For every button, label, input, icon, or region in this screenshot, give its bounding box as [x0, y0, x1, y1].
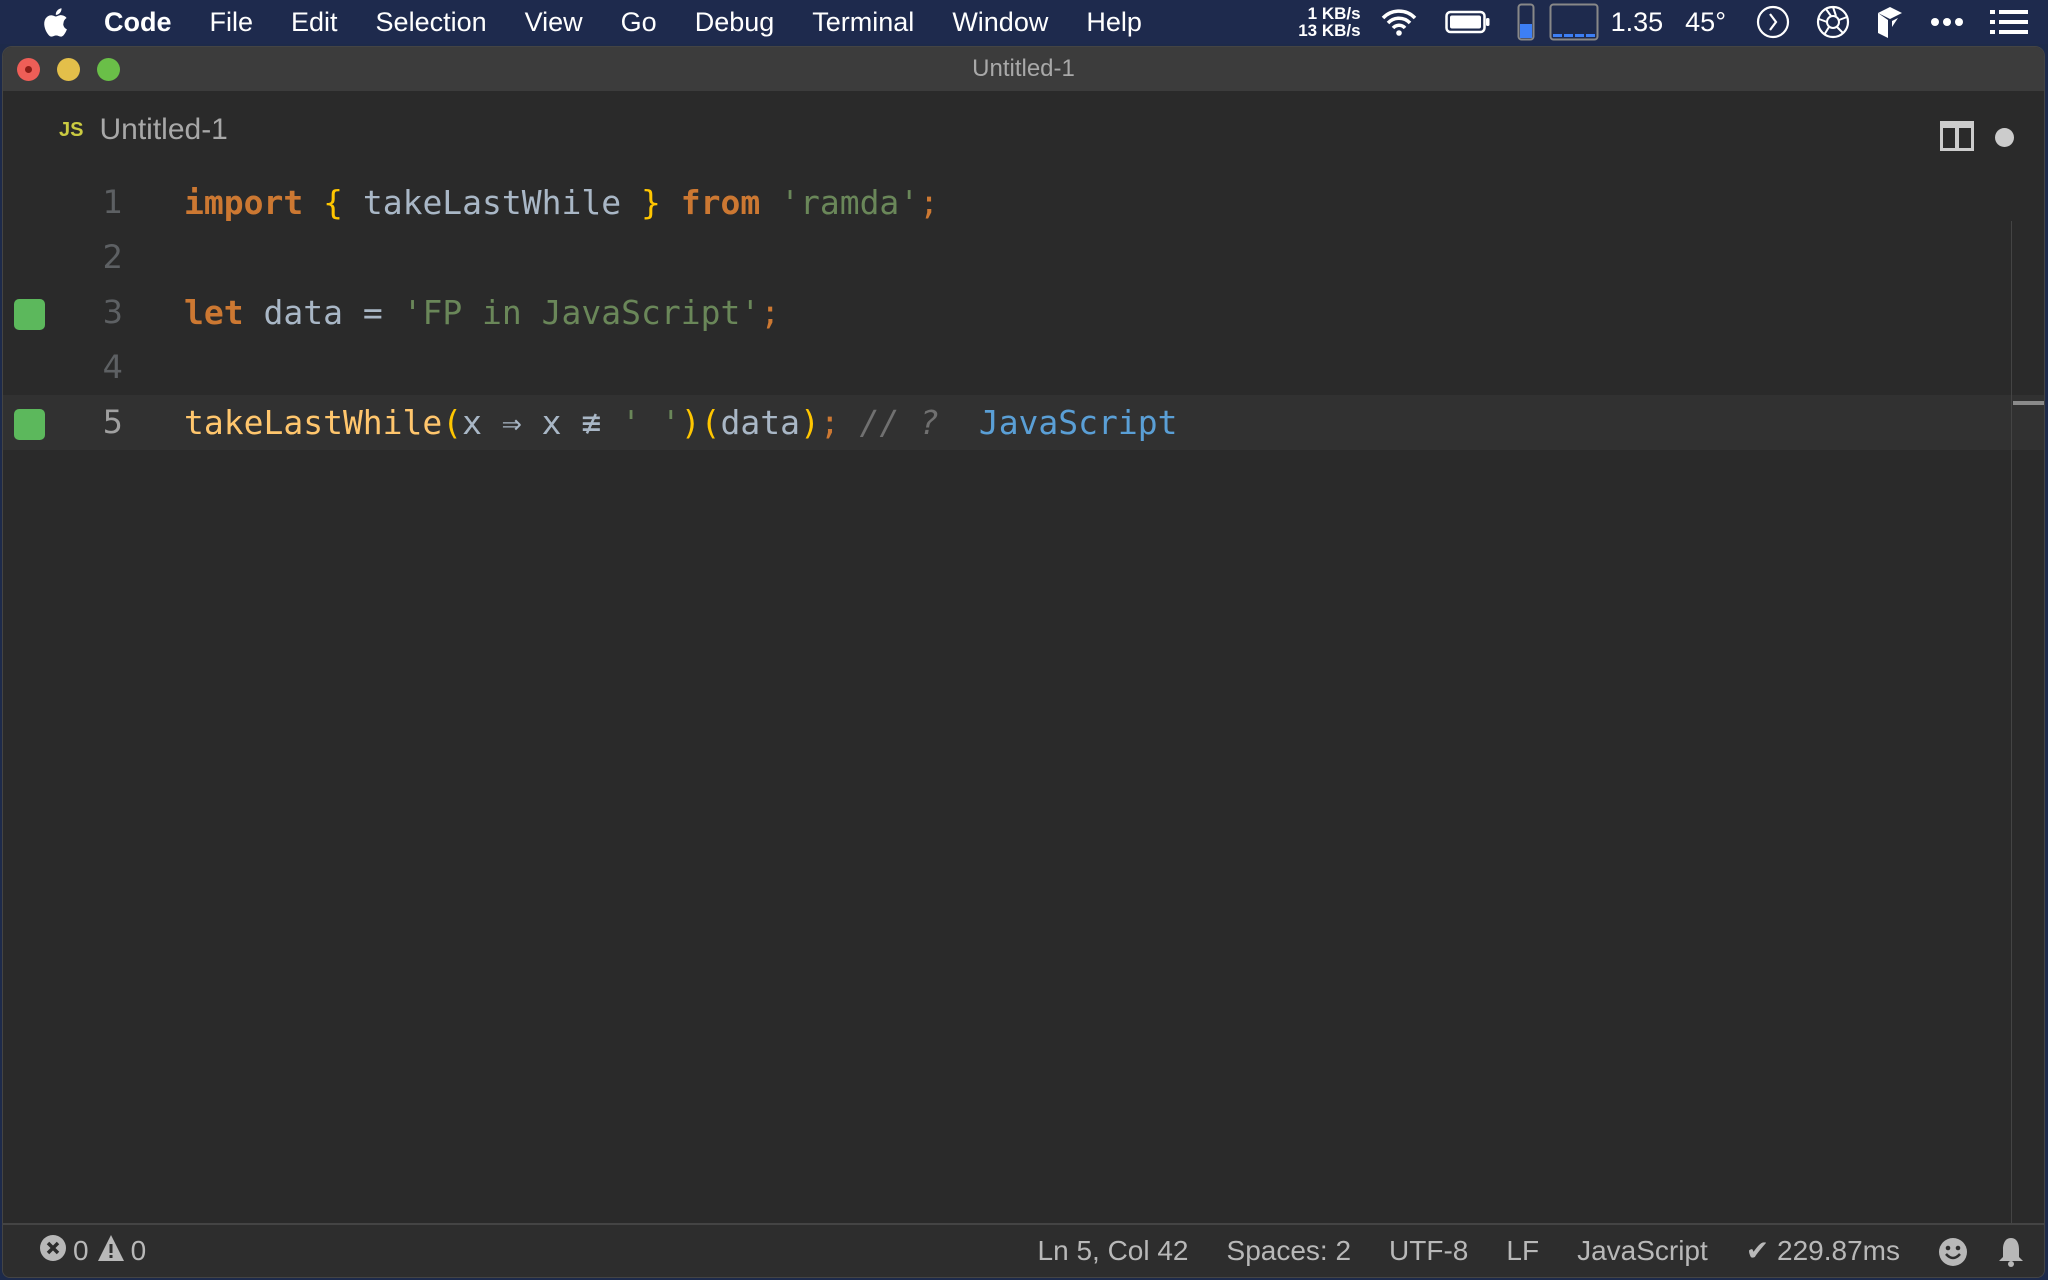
paren-close: ) — [680, 403, 701, 442]
aperture-icon[interactable] — [1816, 5, 1850, 39]
error-icon — [39, 1234, 67, 1269]
menu-go[interactable]: Go — [621, 7, 657, 38]
line-number: 2 — [102, 238, 123, 276]
title-bar[interactable]: Untitled-1 — [3, 47, 2044, 91]
line-code: takeLastWhile(x ⇒ x ≢ ' ')(data); // ? J… — [184, 395, 1178, 450]
coverage-marker — [14, 409, 45, 440]
code-line-5[interactable]: 5 takeLastWhile(x ⇒ x ≢ ' ')(data); // ?… — [3, 395, 2044, 450]
menu-app-name[interactable]: Code — [104, 7, 172, 38]
arrow-operator: ⇒ — [501, 403, 522, 442]
indentation[interactable]: Spaces: 2 — [1227, 1235, 1352, 1267]
window-controls — [17, 58, 137, 81]
maximize-button[interactable] — [97, 58, 120, 81]
menu-help[interactable]: Help — [1086, 7, 1142, 38]
coverage-marker — [14, 299, 45, 330]
wifi-icon[interactable] — [1379, 7, 1419, 37]
load-average[interactable]: 1.35 — [1611, 7, 1664, 38]
problems-indicator[interactable]: 0 0 — [39, 1234, 154, 1269]
notifications-bell-icon[interactable] — [1998, 1234, 2024, 1268]
feedback-smiley-icon[interactable] — [1938, 1235, 1968, 1268]
variable-name: data — [243, 293, 363, 332]
list-icon[interactable] — [1990, 9, 2028, 35]
cpu-graph-icon[interactable] — [1549, 3, 1599, 41]
tab-untitled-1[interactable]: JS Untitled-1 — [59, 113, 228, 147]
code-line-2[interactable]: 2 — [3, 230, 2044, 285]
network-speed[interactable]: 1 KB/s 13 KB/s — [1298, 5, 1360, 39]
menu-selection[interactable]: Selection — [376, 7, 487, 38]
cursor-position[interactable]: Ln 5, Col 42 — [1038, 1235, 1189, 1267]
paren-open-2: ( — [700, 403, 721, 442]
line-number: 1 — [102, 183, 123, 221]
unsaved-changes-icon[interactable] — [1995, 128, 2014, 147]
semicolon: ; — [919, 183, 940, 222]
line-number: 4 — [102, 348, 123, 386]
code-editor[interactable]: 1 import { takeLastWhile } from 'ramda';… — [3, 171, 2044, 1227]
space-string: ' ' — [601, 403, 681, 442]
keyword-import: import — [184, 183, 304, 222]
line-code: let data = 'FP in JavaScript'; — [184, 285, 780, 340]
brace-open: { — [323, 183, 343, 222]
warning-icon — [97, 1234, 125, 1269]
cursor-position-mark — [2013, 401, 2044, 405]
network-up: 1 KB/s — [1307, 4, 1361, 23]
error-count: 0 — [73, 1235, 89, 1266]
semicolon: ; — [760, 293, 781, 332]
quokka-comment: // ? — [839, 403, 959, 442]
string-value: 'FP in JavaScript' — [402, 293, 761, 332]
line-number: 3 — [102, 293, 123, 331]
code-line-3[interactable]: 3 let data = 'FP in JavaScript'; — [3, 285, 2044, 340]
language-mode[interactable]: JavaScript — [1577, 1235, 1708, 1267]
tab-bar: JS Untitled-1 — [3, 91, 2044, 171]
module-string: 'ramda' — [780, 183, 920, 222]
semicolon: ; — [819, 403, 840, 442]
menu-terminal[interactable]: Terminal — [812, 7, 914, 38]
temperature[interactable]: 45° — [1685, 7, 1726, 38]
more-icon[interactable] — [1930, 17, 1964, 27]
tab-label: Untitled-1 — [99, 113, 228, 146]
keyword-let: let — [184, 293, 244, 332]
battery-icon[interactable] — [1444, 10, 1491, 34]
status-bar: 0 0 Ln 5, Col 42 Spaces: 2 UTF-8 LF Java… — [3, 1223, 2044, 1277]
network-down: 13 KB/s — [1298, 21, 1361, 40]
status-tray: 1 KB/s 13 KB/s 1.35 45° — [1298, 0, 2048, 44]
menu-window[interactable]: Window — [952, 7, 1048, 38]
param: x — [462, 403, 502, 442]
brace-close: } — [640, 183, 661, 222]
inline-result: JavaScript — [958, 403, 1178, 442]
encoding[interactable]: UTF-8 — [1389, 1235, 1468, 1267]
imported-name: takeLastWhile — [342, 183, 641, 222]
argument: data — [720, 403, 800, 442]
apple-icon[interactable] — [40, 5, 70, 39]
function-call: takeLastWhile — [184, 403, 443, 442]
javascript-file-icon: JS — [59, 118, 84, 141]
warning-count: 0 — [130, 1235, 147, 1266]
code-line-4[interactable]: 4 — [3, 340, 2044, 395]
menu-bar: Code File Edit Selection View Go Debug T… — [0, 0, 2048, 44]
menu-file[interactable]: File — [210, 7, 254, 38]
end-of-line[interactable]: LF — [1506, 1235, 1539, 1267]
status-right: Ln 5, Col 42 Spaces: 2 UTF-8 LF JavaScri… — [1000, 1234, 2024, 1268]
code-line-1[interactable]: 1 import { takeLastWhile } from 'ramda'; — [3, 175, 2044, 230]
close-button[interactable] — [17, 58, 40, 81]
line-number: 5 — [102, 403, 123, 441]
editor-window: Untitled-1 JS Untitled-1 1 import { take… — [2, 46, 2045, 1278]
split-editor-icon[interactable] — [1940, 121, 1974, 151]
minimize-button[interactable] — [57, 58, 80, 81]
not-equal-operator: ≢ — [581, 403, 602, 442]
app-icon[interactable] — [1876, 5, 1904, 39]
window-title: Untitled-1 — [972, 55, 1075, 82]
menu-view[interactable]: View — [525, 7, 583, 38]
keyword-from: from — [680, 183, 761, 222]
paren-close-2: ) — [799, 403, 820, 442]
param-ref: x — [521, 403, 582, 442]
memory-gauge-icon[interactable] — [1517, 3, 1535, 41]
paren-open: ( — [442, 403, 463, 442]
quokka-timing[interactable]: ✔ 229.87ms — [1746, 1234, 1900, 1267]
menu-edit[interactable]: Edit — [291, 7, 338, 38]
overview-ruler[interactable] — [2011, 221, 2044, 1227]
menu-debug[interactable]: Debug — [695, 7, 775, 38]
operator-assign: = — [362, 293, 383, 332]
line-code: import { takeLastWhile } from 'ramda'; — [184, 175, 939, 230]
timer-icon[interactable] — [1756, 5, 1790, 39]
